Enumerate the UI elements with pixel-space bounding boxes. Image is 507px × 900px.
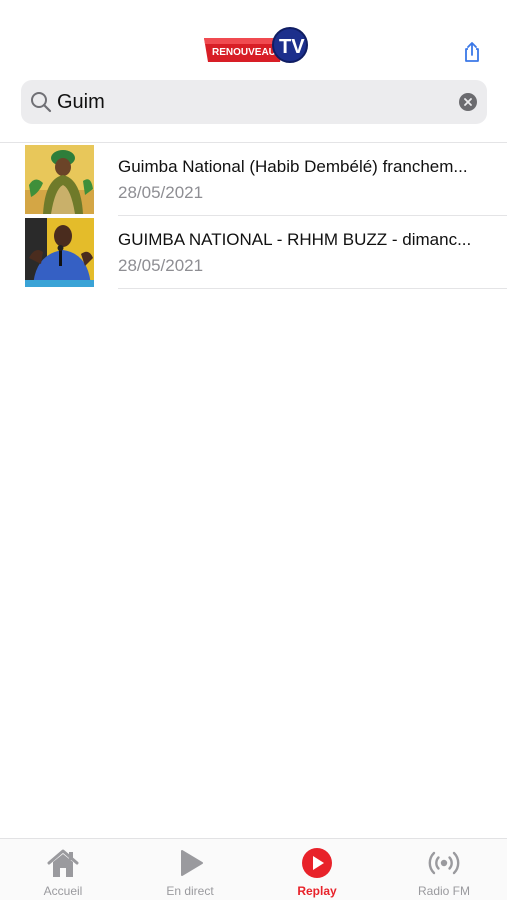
renouveau-tv-logo: RENOUVEAU TV xyxy=(204,27,308,63)
tab-label: Replay xyxy=(297,884,337,898)
tab-bar: Accueil En direct Replay Radio FM xyxy=(0,838,507,900)
divider xyxy=(118,288,507,289)
tab-replay[interactable]: Replay xyxy=(254,839,380,900)
search-icon xyxy=(31,92,52,113)
replay-icon xyxy=(302,848,332,878)
list-item[interactable]: GUIMBA NATIONAL - RHHM BUZZ - dimanc... … xyxy=(0,216,507,289)
share-icon[interactable] xyxy=(460,40,484,64)
logo-badge: TV xyxy=(279,36,305,58)
tab-accueil[interactable]: Accueil xyxy=(0,839,126,900)
search-results-list: Guimba National (Habib Dembélé) franchem… xyxy=(0,143,507,289)
result-title: Guimba National (Habib Dembélé) franchem… xyxy=(118,157,468,176)
video-thumbnail xyxy=(25,218,94,287)
tab-label: Radio FM xyxy=(417,884,470,898)
tab-label: En direct xyxy=(166,884,214,898)
result-title: GUIMBA NATIONAL - RHHM BUZZ - dimanc... xyxy=(118,230,472,249)
app-header: RENOUVEAU TV xyxy=(0,0,507,80)
close-icon xyxy=(464,98,472,106)
search-input[interactable] xyxy=(57,86,437,118)
tab-en-direct[interactable]: En direct xyxy=(127,839,253,900)
logo-text: RENOUVEAU xyxy=(212,47,276,58)
radio-icon xyxy=(428,851,460,875)
tab-radio-fm[interactable]: Radio FM xyxy=(381,839,507,900)
result-date: 28/05/2021 xyxy=(118,256,204,275)
search-bar[interactable] xyxy=(21,80,487,124)
video-thumbnail xyxy=(25,145,94,214)
clear-search-button[interactable] xyxy=(459,93,477,111)
list-item[interactable]: Guimba National (Habib Dembélé) franchem… xyxy=(0,143,507,216)
tab-label: Accueil xyxy=(43,884,83,898)
home-icon xyxy=(47,849,79,877)
play-icon xyxy=(181,850,203,876)
result-date: 28/05/2021 xyxy=(118,183,204,202)
